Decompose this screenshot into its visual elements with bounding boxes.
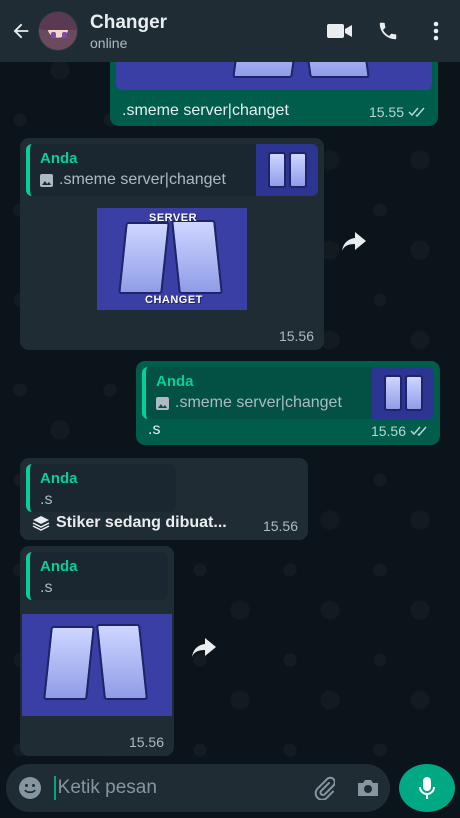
quoted-message[interactable]: Anda .smeme server|changet (26, 144, 318, 196)
attach-icon[interactable] (303, 776, 347, 800)
message-time: 15.55 (368, 104, 404, 120)
message-input-bar (6, 764, 390, 812)
camera-icon[interactable] (346, 778, 390, 798)
sticker-image[interactable]: SERVER CHANGET (97, 208, 247, 310)
quote-text: .s (40, 579, 53, 596)
image-icon (156, 396, 169, 410)
back-arrow-icon[interactable] (4, 0, 38, 62)
more-vert-icon[interactable] (412, 0, 460, 62)
message-time: 15.56 (370, 423, 406, 439)
contact-status: online (90, 34, 128, 51)
phone-icon[interactable] (364, 0, 412, 62)
quote-author: Anda (40, 470, 78, 487)
message-time: 15.56 (262, 518, 298, 534)
emoji-icon[interactable] (6, 776, 54, 800)
forward-icon[interactable] (334, 222, 374, 262)
message-outgoing[interactable]: Anda .smeme server|changet .s 15.56 (136, 361, 440, 445)
quote-text: .s (40, 491, 53, 508)
quote-author: Anda (40, 558, 78, 575)
double-check-icon (410, 426, 427, 437)
message-incoming[interactable]: Anda .smeme server|changet SERVER CHANGE… (20, 138, 324, 350)
video-call-icon[interactable] (316, 0, 364, 62)
chat-header: Changer online (0, 0, 460, 62)
microphone-button[interactable] (399, 764, 455, 812)
sticker-image[interactable] (22, 614, 172, 716)
avatar[interactable] (38, 11, 78, 51)
forward-icon[interactable] (184, 628, 224, 668)
quote-text: .smeme server|changet (175, 394, 342, 411)
message-meta: 15.56 (279, 328, 314, 344)
quoted-message[interactable]: Anda .s (26, 464, 176, 512)
message-incoming[interactable]: Anda .s 15.56 (20, 546, 174, 756)
message-input[interactable] (57, 777, 303, 799)
contact-info[interactable]: Changer online (90, 12, 316, 51)
quote-author: Anda (40, 150, 78, 167)
message-meta: 15.55 (369, 104, 428, 120)
message-meta: 15.56 (263, 518, 298, 534)
quote-author: Anda (156, 373, 194, 390)
quoted-message[interactable]: Anda .smeme server|changet (142, 367, 434, 419)
message-incoming[interactable]: Anda .s Stiker sedang dibuat... 15.56 (20, 458, 308, 540)
quote-text: .smeme server|changet (59, 171, 226, 188)
contact-name: Changer (90, 11, 168, 33)
quote-thumbnail (372, 367, 434, 419)
stack-icon (32, 516, 50, 531)
message-meta: 15.56 (129, 734, 164, 750)
quote-thumbnail (256, 144, 318, 196)
message-time: 15.56 (278, 328, 314, 344)
double-check-icon (408, 107, 425, 118)
text-caret (53, 776, 56, 800)
message-meta: 15.56 (371, 423, 430, 439)
message-text: .s (148, 421, 161, 438)
message-time: 15.56 (128, 734, 164, 750)
image-label: CHANGET (145, 294, 203, 306)
quoted-message[interactable]: Anda .s (26, 552, 168, 600)
microphone-icon (419, 777, 435, 799)
message-text: Stiker sedang dibuat... (56, 514, 227, 531)
message-text: .smeme server|changet (122, 102, 289, 119)
image-label: SERVER (149, 212, 198, 224)
image-icon (40, 173, 53, 187)
